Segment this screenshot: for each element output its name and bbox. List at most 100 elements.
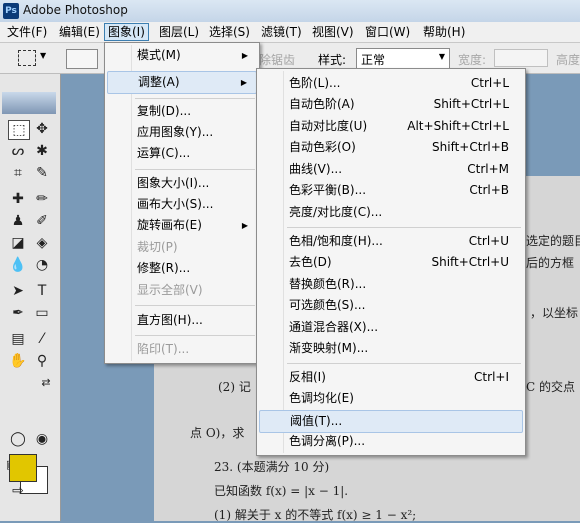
menu-item-histogram[interactable]: 直方图(H)... [107, 310, 257, 331]
menu-item-calculations[interactable]: 运算(C)... [107, 143, 257, 164]
shape-tool-icon[interactable]: ▭ [32, 304, 52, 322]
menu-item-image-size[interactable]: 图象大小(I)... [107, 173, 257, 194]
menu-item-label: 自动对比度(U) [289, 119, 368, 133]
menu-item-auto-color[interactable]: 自动色彩(O) Shift+Ctrl+B [259, 137, 523, 158]
menu-item-auto-contrast[interactable]: 自动对比度(U) Alt+Shift+Ctrl+L [259, 116, 523, 137]
width-field[interactable] [494, 49, 548, 67]
submenu-arrow-icon: ▶ [241, 221, 248, 230]
type-tool-icon[interactable]: T [32, 282, 52, 300]
menu-item-label: 色调分离(P)... [289, 434, 366, 448]
menu-item-replace-color[interactable]: 替换颜色(R)... [259, 274, 523, 295]
menu-item-label: 替换颜色(R)... [289, 277, 367, 291]
blur-tool-icon[interactable]: 💧 [8, 256, 28, 274]
menu-item-label: 运算(C)... [137, 146, 191, 160]
pen-tool-icon[interactable]: ✒ [8, 304, 28, 322]
menu-help[interactable]: 帮助(H) [420, 24, 468, 40]
submenu-arrow-icon: ▶ [240, 78, 247, 87]
rect-marquee-icon[interactable]: ⬚ [8, 120, 30, 140]
menu-file[interactable]: 文件(F) [4, 24, 50, 40]
menu-item-rotate-canvas[interactable]: 旋转画布(E) ▶ [107, 215, 257, 236]
menu-edit[interactable]: 编辑(E) [56, 24, 103, 40]
menu-item-brightness-contrast[interactable]: 亮度/对比度(C)... [259, 202, 523, 223]
toolbox-header-icon [2, 92, 56, 114]
menu-item-trim[interactable]: 修整(R)... [107, 258, 257, 279]
menu-select[interactable]: 选择(S) [206, 24, 253, 40]
move-tool-icon[interactable]: ✥ [32, 120, 52, 138]
doc-text-line: 点 O)，求 [190, 426, 245, 440]
history-brush-icon[interactable]: ✐ [32, 212, 52, 230]
dodge-tool-icon[interactable]: ◔ [32, 256, 52, 274]
menu-item-equalize[interactable]: 色调均化(E) [259, 388, 523, 409]
menu-item-trap[interactable]: 陷印(T)... [107, 339, 257, 360]
menu-view[interactable]: 视图(V) [309, 24, 357, 40]
menu-item-shortcut: Alt+Shift+Ctrl+L [407, 119, 509, 133]
menu-item-auto-levels[interactable]: 自动色阶(A) Shift+Ctrl+L [259, 94, 523, 115]
crop-tool-icon[interactable]: ⌗ [8, 164, 28, 182]
standard-mode-icon[interactable]: ◯ [8, 430, 28, 448]
menu-item-canvas-size[interactable]: 画布大小(S)... [107, 194, 257, 215]
menu-bar: 文件(F) 编辑(E) 图象(I) 图层(L) 选择(S) 滤镜(T) 视图(V… [0, 22, 580, 43]
menu-item-crop[interactable]: 裁切(P) [107, 237, 257, 258]
menu-item-apply-image[interactable]: 应用图象(Y)... [107, 122, 257, 143]
menu-item-label: 去色(D) [289, 255, 332, 269]
menu-item-desaturate[interactable]: 去色(D) Shift+Ctrl+U [259, 252, 523, 273]
chevron-down-icon: ▼ [438, 52, 445, 61]
style-select[interactable]: 正常 ▼ [356, 48, 450, 69]
path-select-icon[interactable]: ➤ [8, 282, 28, 300]
menu-item-label: 直方图(H)... [137, 313, 203, 327]
menu-item-label: 画布大小(S)... [137, 197, 214, 211]
hand-tool-icon[interactable]: ✋ [8, 352, 28, 370]
chevron-down-icon[interactable]: ▼ [40, 51, 46, 60]
menu-item-gradient-map[interactable]: 渐变映射(M)... [259, 338, 523, 359]
menu-item-invert[interactable]: 反相(I) Ctrl+I [259, 367, 523, 388]
menu-layer[interactable]: 图层(L) [156, 24, 202, 40]
menu-item-threshold[interactable]: 阈值(T)... [259, 410, 523, 433]
height-label: 高度 [556, 53, 580, 67]
marquee-preset-icon[interactable] [18, 50, 36, 66]
menu-window[interactable]: 窗口(W) [362, 24, 413, 40]
magic-wand-icon[interactable]: ✱ [32, 142, 52, 160]
menu-filter[interactable]: 滤镜(T) [258, 24, 305, 40]
menu-item-shortcut: Ctrl+I [474, 370, 509, 384]
menu-item-adjust[interactable]: 调整(A) ▶ [107, 71, 257, 94]
menu-item-levels[interactable]: 色阶(L)... Ctrl+L [259, 73, 523, 94]
eraser-tool-icon[interactable]: ◪ [8, 234, 28, 252]
menu-item-shortcut: Shift+Ctrl+L [433, 97, 509, 111]
clone-stamp-icon[interactable]: ♟ [8, 212, 28, 230]
menu-item-mode[interactable]: 模式(M) ▶ [107, 45, 257, 66]
menu-item-channel-mixer[interactable]: 通道混合器(X)... [259, 317, 523, 338]
menu-item-label: 裁切(P) [137, 240, 178, 254]
zoom-tool-icon[interactable]: ⚲ [32, 352, 52, 370]
menu-item-selective-color[interactable]: 可选颜色(S)... [259, 295, 523, 316]
swap-colors-icon[interactable]: ⇄ [36, 374, 56, 392]
brush-tool-icon[interactable]: ✏ [32, 190, 52, 208]
image-menu: 模式(M) ▶ 调整(A) ▶ 复制(D)... 应用图象(Y)... 运算(C).… [104, 42, 260, 364]
submenu-arrow-icon: ▶ [241, 51, 248, 60]
menu-image[interactable]: 图象(I) [104, 23, 149, 41]
foreground-color-swatch[interactable] [9, 454, 37, 482]
lasso-tool-icon[interactable]: ᔕ [8, 142, 28, 160]
healing-brush-icon[interactable]: ✚ [8, 190, 28, 208]
slice-tool-icon[interactable]: ✎ [32, 164, 52, 182]
jump-to-imageready-icon[interactable]: ⇨ [8, 482, 28, 500]
menu-item-label: 修整(R)... [137, 261, 191, 275]
notes-tool-icon[interactable]: ▤ [8, 330, 28, 348]
doc-text-line: 后的方框 [526, 256, 575, 270]
menu-item-label: 亮度/对比度(C)... [289, 205, 383, 219]
menu-item-label: 色阶(L)... [289, 76, 341, 90]
menu-item-duplicate[interactable]: 复制(D)... [107, 101, 257, 122]
menu-item-curves[interactable]: 曲线(V)... Ctrl+M [259, 159, 523, 180]
doc-text-line: C 的交点 [526, 380, 575, 394]
menu-item-label: 反相(I) [289, 370, 326, 384]
menu-item-color-balance[interactable]: 色彩平衡(B)... Ctrl+B [259, 180, 523, 201]
quick-mask-icon[interactable]: ◉ [32, 430, 52, 448]
menu-separator [135, 98, 255, 99]
menu-item-posterize[interactable]: 色调分离(P)... [259, 431, 523, 452]
menu-item-reveal-all[interactable]: 显示全部(V) [107, 280, 257, 301]
menu-item-label: 曲线(V)... [289, 162, 343, 176]
window-title: Adobe Photoshop [23, 3, 128, 17]
menu-item-hue-saturation[interactable]: 色相/饱和度(H)... Ctrl+U [259, 231, 523, 252]
eyedropper-icon[interactable]: ⁄ [32, 330, 52, 348]
paint-bucket-icon[interactable]: ◈ [32, 234, 52, 252]
selection-mode-buttons[interactable] [66, 49, 98, 69]
